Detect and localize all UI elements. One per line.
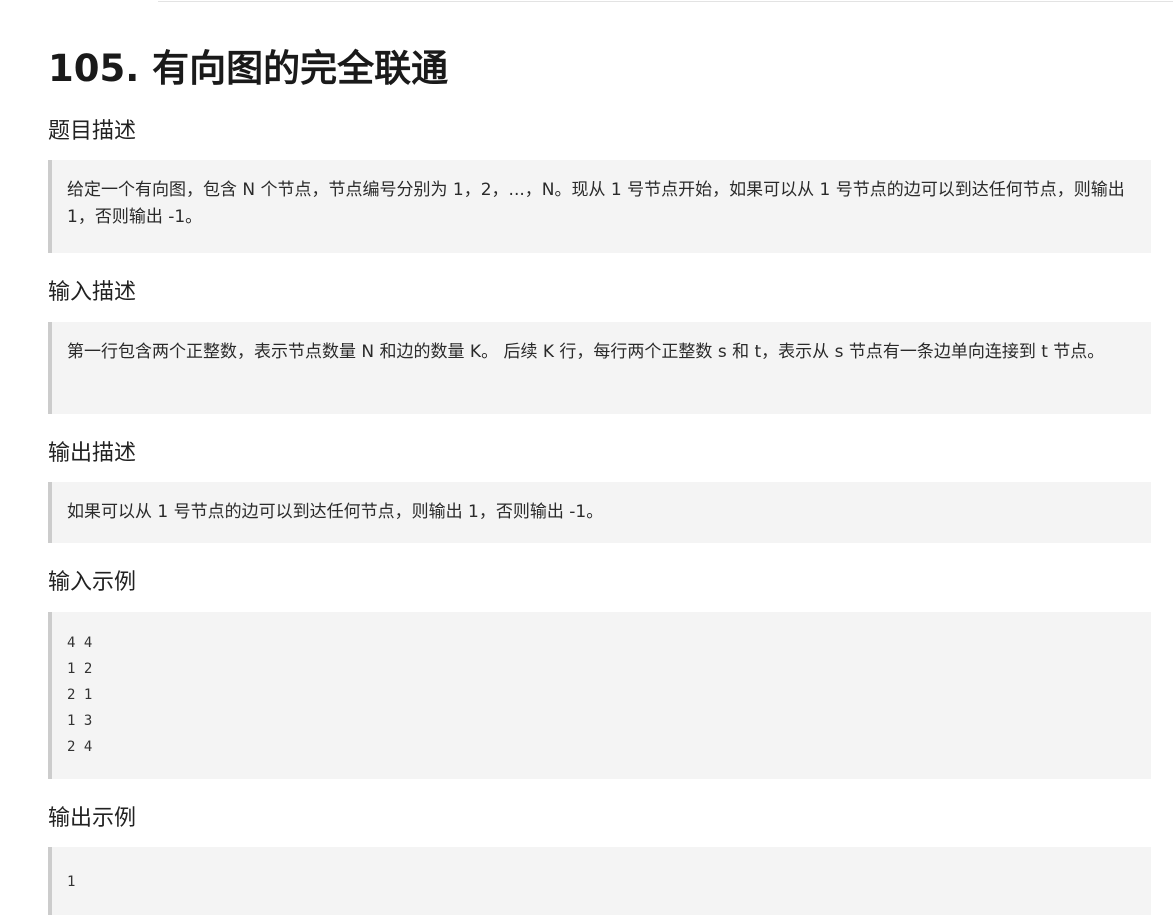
output-description-blockquote: 如果可以从 1 号节点的边可以到达任何节点，则输出 1，否则输出 -1。 [48, 482, 1151, 543]
code-line: 1 3 [67, 713, 93, 729]
input-description-text: 第一行包含两个正整数，表示节点数量 N 和边的数量 K。 后续 K 行，每行两个… [67, 342, 1105, 362]
output-example-code-block: 1 [48, 847, 1151, 915]
problem-content: 105. 有向图的完全联通 题目描述 给定一个有向图，包含 N 个节点，节点编号… [48, 40, 1151, 915]
section-heading-output-example: 输出示例 [48, 806, 137, 831]
tab-bar-divider [158, 1, 1173, 2]
output-description-text: 如果可以从 1 号节点的边可以到达任何节点，则输出 1，否则输出 -1。 [67, 502, 604, 522]
code-line: 1 2 [67, 661, 93, 677]
input-description-blockquote: 第一行包含两个正整数，表示节点数量 N 和边的数量 K。 后续 K 行，每行两个… [48, 322, 1151, 414]
code-line: 1 [67, 874, 76, 890]
active-tab[interactable] [0, 0, 158, 3]
code-line: 2 4 [67, 739, 93, 755]
section-heading-input-example: 输入示例 [48, 570, 137, 595]
code-line: 4 4 [67, 635, 93, 651]
code-line: 2 1 [67, 687, 93, 703]
section-heading-description: 题目描述 [48, 119, 137, 144]
description-blockquote: 给定一个有向图，包含 N 个节点，节点编号分别为 1，2，...，N。现从 1 … [48, 160, 1151, 253]
page-title: 105. 有向图的完全联通 [48, 47, 449, 90]
section-heading-input: 输入描述 [48, 280, 137, 305]
section-heading-output: 输出描述 [48, 441, 137, 466]
top-tab-bar [0, 0, 1173, 3]
input-example-code-block: 4 4 1 2 2 1 1 3 2 4 [48, 612, 1151, 779]
description-text: 给定一个有向图，包含 N 个节点，节点编号分别为 1，2，...，N。现从 1 … [67, 180, 1125, 227]
